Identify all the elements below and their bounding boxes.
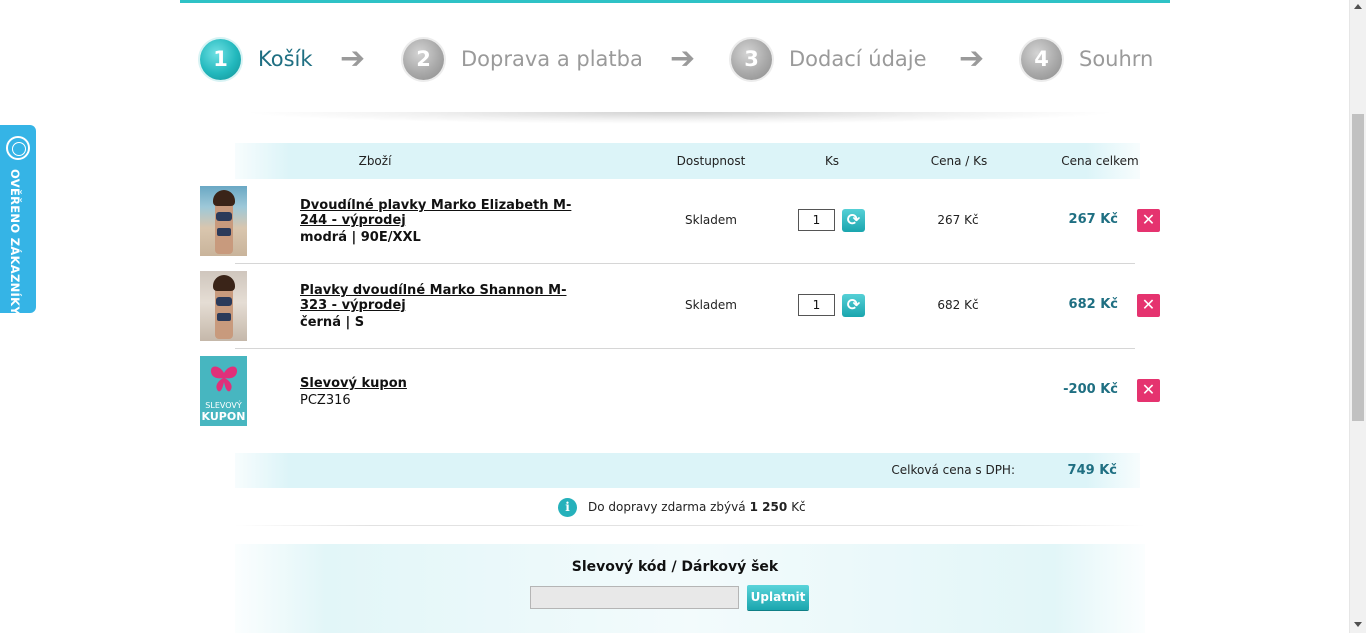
shipping-amount: 1 250 — [749, 500, 788, 514]
coupon-name-link[interactable]: Slevový kupon — [300, 376, 407, 391]
cart-table-header: Zboží Dostupnost Ks Cena / Ks Cena celke… — [235, 143, 1140, 179]
header-total: Cena celkem — [1061, 154, 1139, 168]
row-divider — [235, 348, 1135, 349]
step-label: Souhrn — [1079, 47, 1154, 71]
header-availability: Dostupnost — [676, 154, 746, 168]
step-shipping-payment[interactable]: 2 Doprava a platba — [403, 38, 643, 80]
step-label: Doprava a platba — [461, 47, 643, 71]
product-name-link[interactable]: Plavky dvoudílné Marko Shannon M-323 - v… — [300, 283, 590, 313]
coupon-total: -200 Kč — [1063, 382, 1118, 397]
total-summary: Celková cena s DPH: 749 Kč — [235, 453, 1140, 488]
shipping-currency: Kč — [791, 500, 806, 514]
step-number: 3 — [731, 38, 772, 80]
product-thumbnail[interactable] — [200, 271, 247, 341]
availability: Skladem — [685, 298, 737, 312]
cart-row: Dvoudílné plavky Marko Elizabeth M-244 -… — [198, 186, 1160, 262]
shipping-text: Do dopravy zdarma zbývá — [588, 500, 746, 514]
remove-item-icon[interactable]: ✕ — [1137, 209, 1160, 232]
line-total: 267 Kč — [1068, 212, 1118, 227]
scroll-thumb[interactable] — [1352, 114, 1364, 421]
verified-seal-icon — [6, 136, 30, 160]
badge-text: OVĚŘENO ZÁKAZNÍKY — [8, 169, 22, 315]
arrow-right-icon: ➔ — [670, 41, 696, 76]
step-cart[interactable]: 1 Košík — [200, 38, 313, 80]
row-divider — [235, 263, 1135, 264]
header-product: Zboží — [358, 154, 392, 168]
step-label: Košík — [258, 47, 313, 71]
discount-code-title: Slevový kód / Dárkový šek — [571, 559, 779, 575]
step-delivery-details[interactable]: 3 Dodací údaje — [731, 38, 927, 80]
unit-price: 682 Kč — [937, 298, 979, 312]
cart-row: Plavky dvoudílné Marko Shannon M-323 - v… — [198, 271, 1160, 347]
section-divider — [235, 525, 1145, 526]
butterfly-icon — [210, 366, 238, 392]
arrow-right-icon: ➔ — [340, 41, 366, 76]
header-quantity: Ks — [824, 154, 840, 168]
step-number: 1 — [200, 38, 241, 80]
steps-divider-shadow — [240, 112, 1120, 124]
page-scrollbar[interactable] — [1349, 0, 1366, 633]
coupon-thumb-line2: KUPON — [201, 410, 246, 423]
remove-coupon-icon[interactable]: ✕ — [1137, 379, 1160, 402]
unit-price: 267 Kč — [937, 213, 979, 227]
coupon-thumbnail: SLEVOVÝ KUPON — [200, 356, 247, 426]
coupon-row: SLEVOVÝ KUPON Slevový kupon PCZ316 -200 … — [198, 356, 1160, 428]
arrow-right-icon: ➔ — [959, 41, 985, 76]
step-summary[interactable]: 4 Souhrn — [1021, 38, 1153, 80]
info-icon: i — [558, 497, 577, 517]
availability: Skladem — [685, 213, 737, 227]
coupon-code: PCZ316 — [300, 393, 351, 408]
free-shipping-info: i Do dopravy zdarma zbývá 1 250 Kč — [558, 497, 806, 517]
total-value: 749 Kč — [1067, 463, 1117, 478]
step-label: Dodací údaje — [789, 47, 927, 71]
refresh-quantity-icon[interactable]: ⟳ — [842, 209, 865, 232]
refresh-quantity-icon[interactable]: ⟳ — [842, 294, 865, 317]
step-number: 2 — [403, 38, 444, 80]
scroll-down-icon[interactable] — [1354, 622, 1362, 627]
header-unit-price: Cena / Ks — [930, 154, 988, 168]
top-accent-line — [180, 0, 1170, 3]
quantity-input[interactable] — [798, 209, 835, 231]
line-total: 682 Kč — [1068, 297, 1118, 312]
product-name-link[interactable]: Dvoudílné plavky Marko Elizabeth M-244 -… — [300, 198, 590, 228]
scroll-up-icon[interactable] — [1354, 4, 1362, 9]
remove-item-icon[interactable]: ✕ — [1137, 294, 1160, 317]
discount-code-form: Slevový kód / Dárkový šek Uplatnit — [235, 544, 1145, 633]
checkout-steps: 1 Košík ➔ 2 Doprava a platba ➔ 3 Dodací … — [200, 38, 1160, 80]
product-variant: černá | S — [300, 315, 365, 330]
discount-code-input[interactable] — [530, 586, 739, 609]
verified-by-customers-badge[interactable]: OVĚŘENO ZÁKAZNÍKY — [0, 125, 36, 315]
product-variant: modrá | 90E/XXL — [300, 230, 421, 245]
product-thumbnail[interactable] — [200, 186, 247, 256]
step-number: 4 — [1021, 38, 1062, 80]
quantity-input[interactable] — [798, 294, 835, 316]
total-label: Celková cena s DPH: — [891, 463, 1015, 477]
apply-code-button[interactable]: Uplatnit — [747, 585, 809, 610]
